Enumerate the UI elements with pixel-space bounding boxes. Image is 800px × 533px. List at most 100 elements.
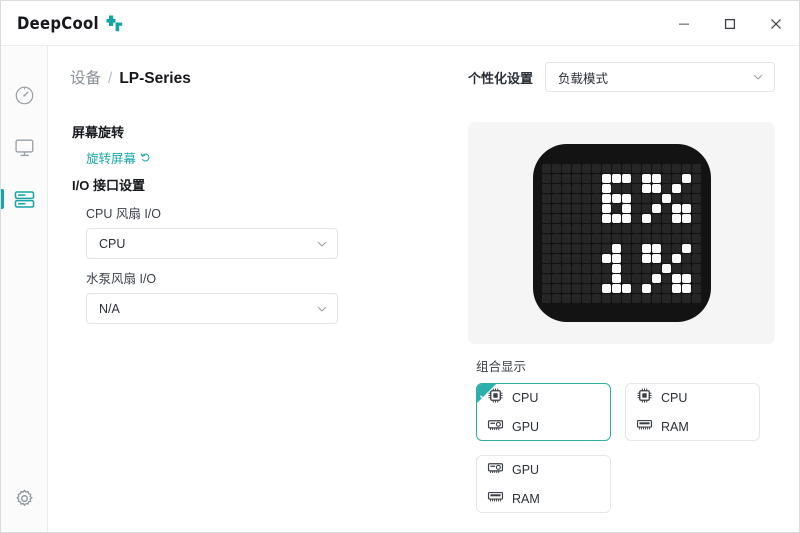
led-cell bbox=[642, 163, 651, 173]
led-cell bbox=[602, 263, 611, 273]
close-button[interactable] bbox=[753, 1, 799, 46]
led-cell bbox=[582, 193, 591, 203]
combo-card-row: GPU bbox=[487, 416, 600, 438]
led-cell bbox=[562, 193, 571, 203]
sidebar-item-settings[interactable] bbox=[1, 480, 48, 532]
led-cell bbox=[622, 223, 631, 233]
personalization-control: 个性化设置 负载模式 bbox=[468, 62, 775, 92]
led-cell bbox=[632, 283, 641, 293]
sidebar-item-dashboard[interactable] bbox=[1, 69, 48, 121]
led-cell bbox=[602, 243, 611, 253]
chevron-down-icon bbox=[317, 306, 327, 312]
led-cell bbox=[672, 283, 681, 293]
led-cell bbox=[632, 163, 641, 173]
led-cell bbox=[542, 173, 551, 183]
led-cell bbox=[692, 193, 701, 203]
cpu-fan-io-value: CPU bbox=[99, 236, 126, 251]
led-cell bbox=[652, 203, 661, 213]
led-cell bbox=[662, 213, 671, 223]
deepcool-mark-icon bbox=[106, 15, 123, 31]
led-cell bbox=[692, 263, 701, 273]
led-cell bbox=[692, 233, 701, 243]
sidebar-item-monitor[interactable] bbox=[1, 121, 48, 173]
led-cell bbox=[642, 293, 651, 303]
sidebar-item-devices[interactable] bbox=[0, 173, 48, 225]
maximize-icon bbox=[724, 18, 736, 29]
combo-display-title: 组合显示 bbox=[476, 360, 527, 374]
led-cell bbox=[602, 273, 611, 283]
led-cell bbox=[542, 163, 551, 173]
minimize-button[interactable] bbox=[661, 1, 707, 46]
led-cell bbox=[672, 223, 681, 233]
led-cell bbox=[592, 283, 601, 293]
led-cell bbox=[682, 213, 691, 223]
led-cell bbox=[592, 183, 601, 193]
pump-fan-io-select[interactable]: N/A bbox=[86, 293, 338, 324]
led-cell bbox=[602, 183, 611, 193]
content-panes: 屏幕旋转 旋转屏幕 I/O 接口设置 CPU 风扇 I/O CPU 水泵风扇 I… bbox=[48, 108, 799, 532]
led-cell bbox=[652, 273, 661, 283]
rotate-screen-link[interactable]: 旋转屏幕 bbox=[86, 148, 151, 167]
led-cell bbox=[652, 173, 661, 183]
screen-rotation-title: 屏幕旋转 bbox=[72, 125, 125, 140]
led-cell bbox=[622, 173, 631, 183]
led-cell bbox=[682, 263, 691, 273]
led-cell bbox=[632, 223, 641, 233]
led-cell bbox=[632, 293, 641, 303]
led-cell bbox=[682, 183, 691, 193]
led-cell bbox=[692, 253, 701, 263]
led-cell bbox=[572, 213, 581, 223]
led-cell bbox=[552, 193, 561, 203]
led-cell bbox=[642, 203, 651, 213]
breadcrumb-root[interactable]: 设备 bbox=[70, 66, 101, 88]
monitor-icon bbox=[14, 139, 33, 156]
led-display-frame bbox=[532, 144, 711, 322]
led-cell bbox=[612, 253, 621, 263]
led-cell bbox=[692, 283, 701, 293]
combo-card[interactable]: CPU GPU bbox=[476, 383, 611, 441]
led-cell bbox=[692, 203, 701, 213]
led-cell bbox=[602, 233, 611, 243]
led-cell bbox=[562, 223, 571, 233]
combo-card-label: CPU bbox=[512, 390, 539, 405]
led-cell bbox=[602, 163, 611, 173]
led-cell bbox=[682, 253, 691, 263]
settings-pane: 屏幕旋转 旋转屏幕 I/O 接口设置 CPU 风扇 I/O CPU 水泵风扇 I… bbox=[48, 108, 468, 532]
led-cell bbox=[682, 223, 691, 233]
led-cell bbox=[592, 253, 601, 263]
combo-card-label: RAM bbox=[512, 491, 540, 506]
led-cell bbox=[572, 273, 581, 283]
combo-card[interactable]: CPU RAM bbox=[625, 383, 760, 441]
led-cell bbox=[552, 223, 561, 233]
led-cell bbox=[632, 233, 641, 243]
led-cell bbox=[572, 233, 581, 243]
led-cell bbox=[662, 203, 671, 213]
led-cell bbox=[612, 223, 621, 233]
led-cell bbox=[572, 223, 581, 233]
led-cell bbox=[562, 273, 571, 283]
led-cell bbox=[682, 233, 691, 243]
combo-card[interactable]: GPU RAM bbox=[476, 455, 611, 513]
led-cell bbox=[602, 213, 611, 223]
led-cell bbox=[592, 203, 601, 213]
led-cell bbox=[632, 273, 641, 283]
led-cell bbox=[552, 183, 561, 193]
led-cell bbox=[552, 263, 561, 273]
active-indicator bbox=[1, 85, 4, 105]
led-cell bbox=[592, 273, 601, 283]
led-cell bbox=[652, 213, 661, 223]
led-cell bbox=[562, 243, 571, 253]
display-mode-select[interactable]: 负载模式 bbox=[545, 62, 775, 92]
led-cell bbox=[582, 293, 591, 303]
led-cell bbox=[652, 283, 661, 293]
personalization-label: 个性化设置 bbox=[467, 70, 533, 86]
led-cell bbox=[562, 263, 571, 273]
cpu-fan-io-select[interactable]: CPU bbox=[86, 228, 338, 259]
combo-card-row: RAM bbox=[487, 488, 600, 510]
led-cell bbox=[592, 293, 601, 303]
led-matrix[interactable] bbox=[542, 163, 701, 303]
led-cell bbox=[602, 253, 611, 263]
led-cell bbox=[662, 223, 671, 233]
led-cell bbox=[642, 183, 651, 193]
maximize-button[interactable] bbox=[707, 1, 753, 46]
